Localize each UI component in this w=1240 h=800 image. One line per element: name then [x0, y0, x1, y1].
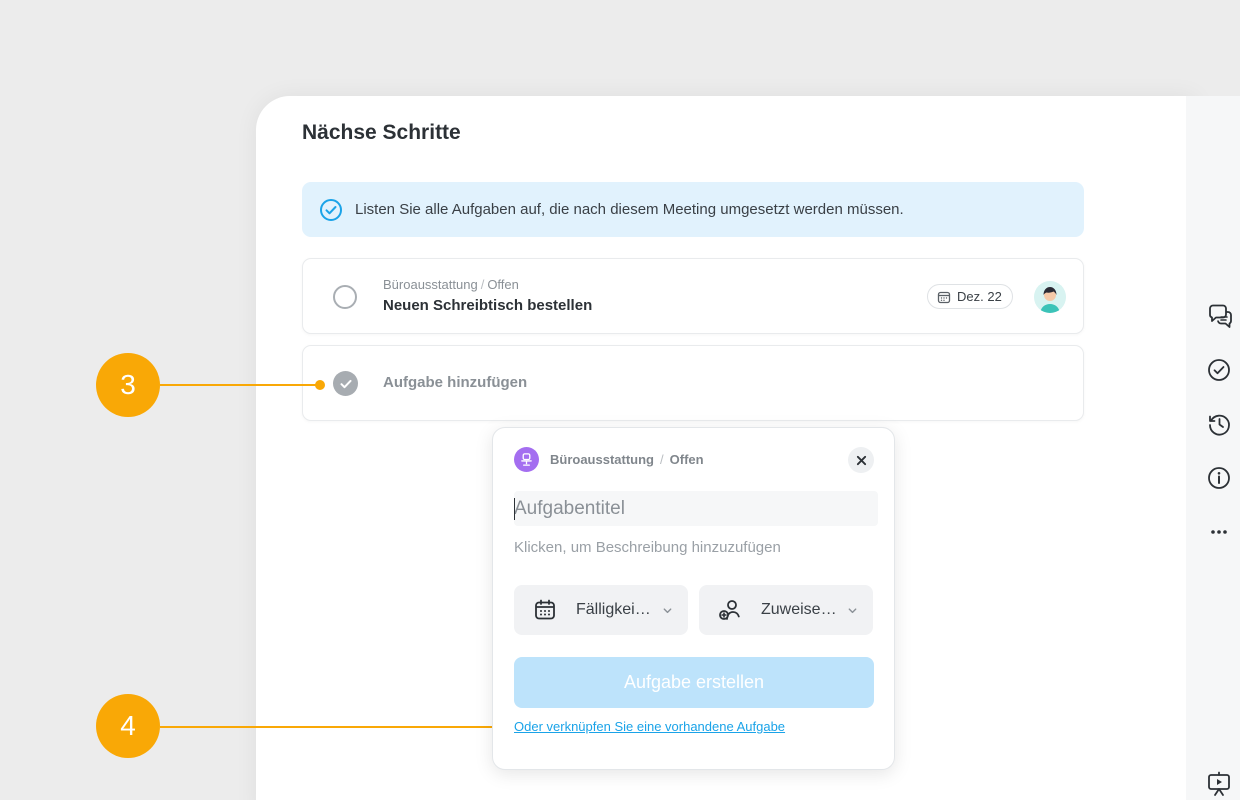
assign-user-icon [719, 600, 740, 620]
calendar-icon [535, 599, 555, 620]
task-title[interactable]: Neuen Schreibtisch bestellen [383, 297, 592, 314]
due-date-select[interactable]: Fälligkei… [514, 585, 688, 635]
callout-4-number: 4 [120, 710, 136, 741]
callout-3: 3 [96, 353, 160, 417]
check-circle-icon[interactable] [1207, 357, 1233, 383]
callout-4-line [160, 726, 500, 728]
page-title: Nächse Schritte [302, 121, 461, 144]
text-caret [514, 498, 515, 520]
close-button[interactable] [848, 447, 874, 473]
breadcrumb-separator: / [480, 277, 485, 292]
task-breadcrumb: Büroausstattung / Offen [383, 277, 519, 292]
due-date-chip[interactable]: Dez. 22 [927, 284, 1013, 309]
chevron-down-icon [663, 608, 672, 614]
chevron-down-icon [848, 608, 857, 614]
calendar-icon [937, 291, 951, 303]
presentation-icon[interactable] [1207, 771, 1233, 797]
comments-icon[interactable] [1207, 303, 1233, 329]
popover-breadcrumb: Büroausstattung / Offen [514, 447, 704, 472]
task-category: Büroausstattung [383, 277, 478, 292]
add-task-card[interactable]: Aufgabe hinzufügen [302, 345, 1084, 421]
due-date-label: Fälligkei… [576, 601, 651, 618]
history-icon[interactable] [1207, 411, 1233, 437]
right-sidebar [1186, 96, 1240, 800]
user-avatar-icon [1034, 281, 1066, 313]
create-task-button[interactable]: Aufgabe erstellen [514, 657, 874, 708]
checkmark-icon [340, 379, 351, 388]
callout-4: 4 [96, 694, 160, 758]
callout-3-dot [315, 380, 325, 390]
banner-text: Listen Sie alle Aufgaben auf, die nach d… [355, 201, 904, 218]
popover-separator: / [660, 452, 664, 467]
task-status: Offen [487, 277, 519, 292]
popover-category[interactable]: Büroausstattung [550, 452, 654, 467]
link-existing-task[interactable]: Oder verknüpfen Sie eine vorhandene Aufg… [514, 719, 785, 734]
callout-3-line [160, 384, 318, 386]
check-circle-icon [320, 198, 342, 221]
assignee-select[interactable]: Zuweise… [699, 585, 873, 635]
task-complete-checkbox[interactable] [333, 285, 357, 309]
description-field[interactable]: Klicken, um Beschreibung hinzuzufügen [514, 539, 781, 556]
info-banner: Listen Sie alle Aufgaben auf, die nach d… [302, 182, 1084, 237]
popover-status[interactable]: Offen [670, 452, 704, 467]
office-chair-icon [514, 447, 539, 472]
task-title-input[interactable] [514, 491, 878, 526]
assignee-label: Zuweise… [761, 601, 837, 618]
callout-3-number: 3 [120, 369, 136, 400]
task-card[interactable]: Büroausstattung / Offen Neuen Schreibtisch… [302, 258, 1084, 334]
add-task-checkbox[interactable] [333, 371, 358, 396]
assignee-avatar[interactable] [1034, 281, 1066, 313]
info-icon[interactable] [1207, 465, 1233, 491]
more-icon[interactable] [1207, 519, 1233, 545]
new-task-popover: Büroausstattung / Offen Klicken, um Besc… [492, 427, 895, 770]
due-date-text: Dez. 22 [957, 289, 1002, 304]
add-task-label[interactable]: Aufgabe hinzufügen [383, 374, 527, 391]
close-icon [856, 455, 866, 465]
